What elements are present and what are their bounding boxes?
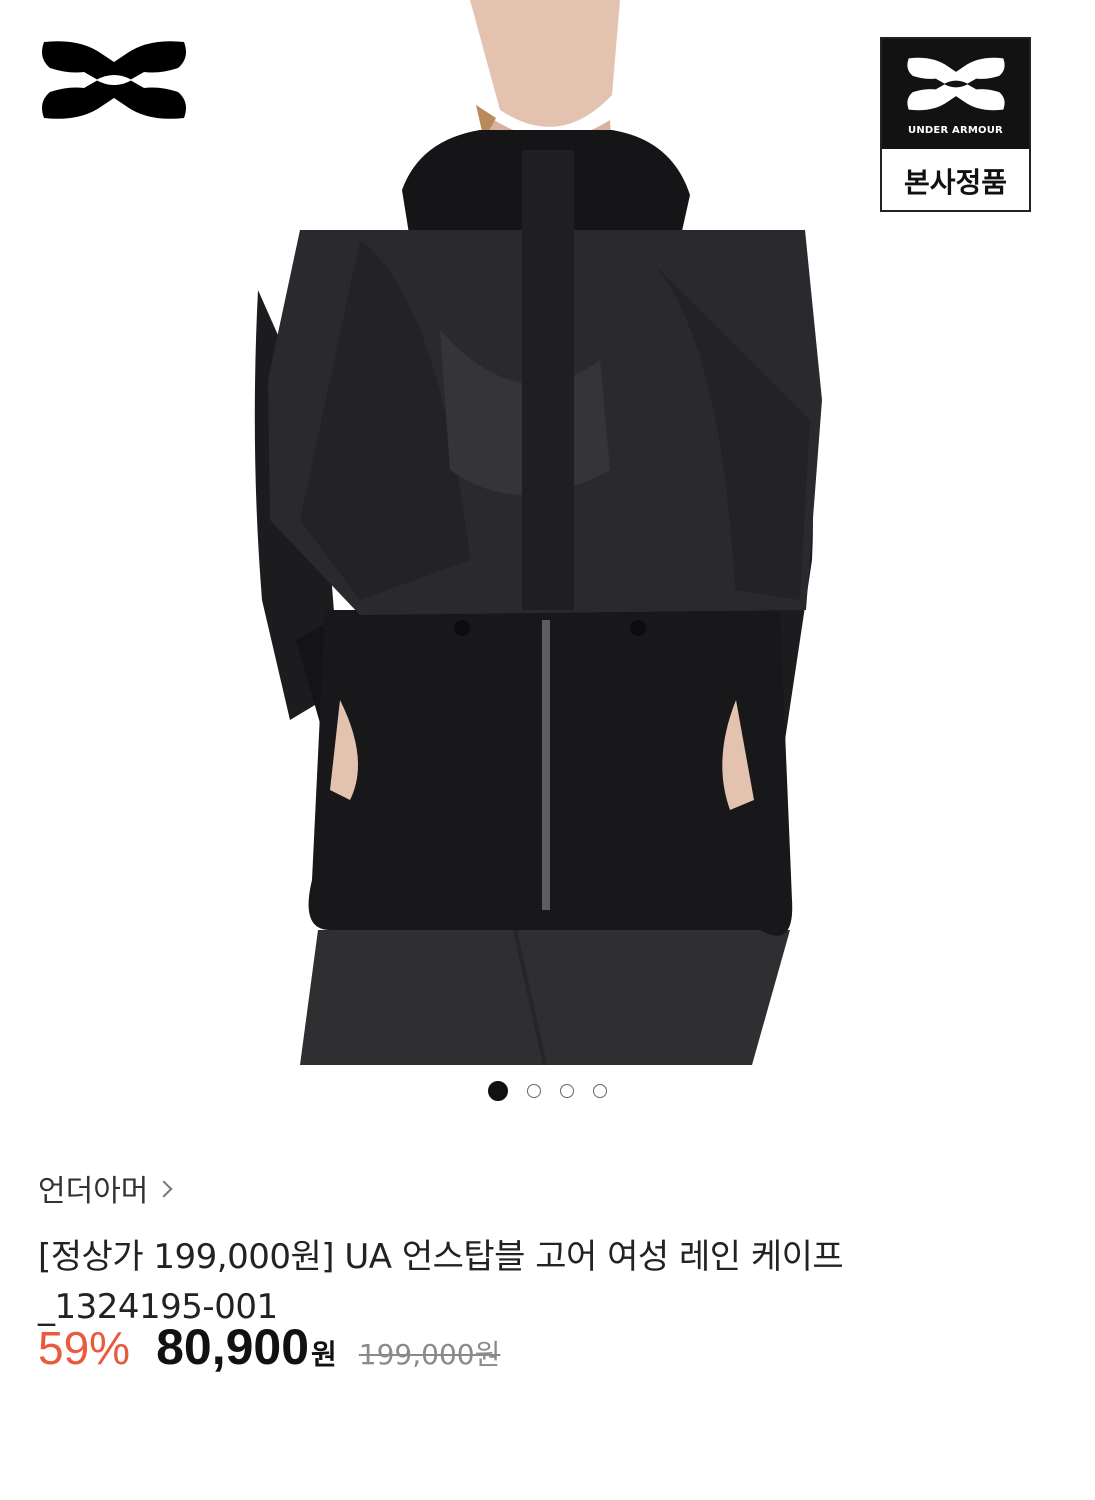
sale-price: 80,900 [156, 1319, 310, 1375]
brand-name: 언더아머 [38, 1174, 149, 1209]
product-image[interactable]: UNDER ARMOUR 본사정품 [0, 0, 1095, 1065]
price-row: 59% 80,900 원 199,000원 [38, 1318, 501, 1375]
original-price: 199,000원 [358, 1338, 501, 1371]
discount-rate: 59% [38, 1322, 131, 1374]
official-product-badge: UNDER ARMOUR 본사정품 [880, 37, 1031, 212]
under-armour-logo [42, 41, 186, 119]
carousel-dot-4[interactable] [593, 1084, 607, 1098]
badge-label: 본사정품 [903, 166, 1008, 199]
under-armour-badge-logo [907, 57, 1005, 111]
brand-link[interactable]: 언더아머 [38, 1168, 173, 1209]
carousel-dot-2[interactable] [527, 1084, 541, 1098]
product-title: [정상가 199,000원] UA 언스탑블 고어 여성 레인 케이프_1324… [38, 1237, 844, 1327]
chevron-right-icon [155, 1180, 173, 1198]
sale-price-unit: 원 [311, 1338, 337, 1371]
carousel-dot-1[interactable] [488, 1081, 508, 1101]
carousel-indicator [488, 1080, 626, 1102]
badge-brand-text: UNDER ARMOUR [908, 125, 1003, 136]
badge-header: UNDER ARMOUR [882, 39, 1029, 149]
carousel-dot-3[interactable] [560, 1084, 574, 1098]
